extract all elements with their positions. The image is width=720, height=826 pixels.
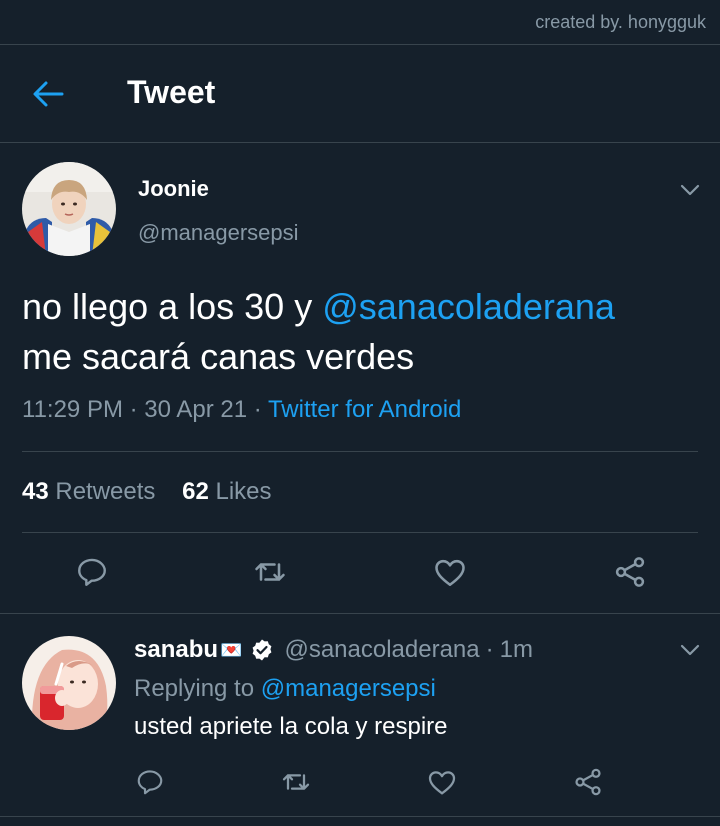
mention-link[interactable]: @sanacoladerana (322, 286, 615, 327)
tweet-actions (0, 552, 720, 592)
chevron-down-icon[interactable] (678, 638, 702, 662)
engagement-counts: 43 Retweets 62 Likes (22, 478, 272, 506)
reply-icon (78, 558, 106, 586)
retweets-label: Retweets (55, 478, 156, 505)
retweets-number: 43 (22, 478, 49, 505)
likes-count[interactable]: 62 Likes (182, 478, 271, 505)
meta-separator: · (129, 396, 138, 423)
meta-separator: · (253, 396, 262, 423)
watermark: created by. honygguk (535, 12, 706, 32)
tweet-text-part: no llego a los 30 y (22, 286, 323, 327)
avatar[interactable] (22, 162, 116, 256)
retweet-button[interactable] (276, 762, 316, 802)
share-button[interactable] (568, 762, 608, 802)
tweet-meta: 11:29 PM · 30 Apr 21 · Twitter for Andro… (22, 396, 461, 424)
reply-header: sanabu 💌 @sanacoladerana · 1m (134, 636, 533, 664)
divider (0, 142, 720, 143)
retweets-count[interactable]: 43 Retweets (22, 478, 155, 505)
tweet-source-link[interactable]: Twitter for Android (268, 396, 461, 423)
reply-emoji: 💌 (220, 639, 243, 660)
retweet-button[interactable] (250, 552, 290, 592)
divider (0, 613, 720, 614)
replying-to-label: Replying to (134, 675, 255, 702)
share-icon (575, 768, 601, 796)
reply-button[interactable] (72, 552, 112, 592)
back-button[interactable] (28, 74, 68, 114)
reply-author-name[interactable]: sanabu (134, 636, 218, 664)
replying-to: Replying to @managersepsi (134, 675, 436, 703)
retweet-icon (282, 774, 310, 790)
tweet-date: 30 Apr 21 (144, 396, 248, 423)
divider (0, 816, 720, 817)
like-icon (428, 771, 456, 795)
reply-text: usted apriete la cola y respire (134, 713, 448, 740)
author-name[interactable]: Joonie (138, 176, 209, 202)
share-button[interactable] (610, 552, 650, 592)
reply-handle[interactable]: @sanacoladerana (284, 636, 479, 664)
arrow-left-icon (33, 81, 64, 107)
reply-icon (137, 770, 163, 795)
retweet-icon (255, 563, 285, 581)
likes-number: 62 (182, 478, 209, 505)
reply-actions (0, 762, 720, 798)
like-button[interactable] (430, 552, 470, 592)
meta-separator: · (485, 636, 494, 663)
top-bar: Tweet (0, 44, 720, 142)
tweet-text-part: me sacará canas verdes (22, 336, 415, 377)
tweet-time: 11:29 PM (22, 396, 123, 423)
reply-time: 1m (499, 636, 533, 663)
divider (22, 451, 698, 452)
page-title: Tweet (127, 74, 216, 110)
like-button[interactable] (422, 762, 462, 802)
chevron-down-icon[interactable] (678, 178, 702, 202)
reply-button[interactable] (130, 762, 170, 802)
author-handle[interactable]: @managersepsi (138, 220, 299, 246)
verified-icon (253, 639, 272, 661)
replying-to-handle[interactable]: @managersepsi (261, 675, 436, 702)
divider (22, 532, 698, 533)
share-icon (615, 557, 645, 587)
tweet-text: no llego a los 30 y @sanacoladerana me s… (22, 282, 702, 382)
reply-avatar[interactable] (22, 636, 116, 730)
like-icon (435, 559, 465, 587)
likes-label: Likes (215, 478, 272, 505)
